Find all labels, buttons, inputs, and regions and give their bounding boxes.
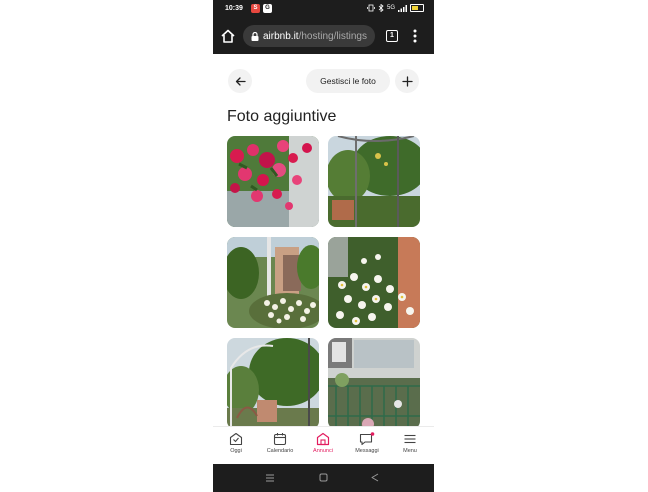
photo-garden-arch [227, 338, 319, 426]
plus-icon [401, 75, 413, 87]
more-options-icon[interactable] [413, 29, 417, 43]
signal-icon [398, 4, 407, 12]
url-host: airbnb.it [263, 30, 299, 42]
photo-balcony [328, 338, 420, 426]
system-back-icon[interactable] [371, 473, 379, 482]
back-button[interactable] [228, 69, 252, 93]
address-bar[interactable]: airbnb.it/hosting/listings [243, 25, 375, 47]
nav-label: Calendario [266, 448, 294, 454]
app-notification-icon: S [251, 4, 260, 13]
vibrate-icon [367, 4, 375, 12]
tab-switcher-button[interactable]: 1 [386, 30, 398, 42]
add-photo-button[interactable] [395, 69, 419, 93]
home-icon[interactable] [220, 28, 236, 44]
nav-label: Annunci [313, 448, 333, 454]
google-notification-icon: G [263, 4, 272, 13]
photo-pergola [328, 136, 420, 227]
nav-item-calendario[interactable]: Calendario [260, 432, 300, 454]
bottom-navigation: Oggi Calendario Annunci Messaggi Menu [213, 426, 434, 465]
lock-icon [251, 31, 259, 41]
status-indicators: 5G [367, 4, 424, 12]
photo-tile[interactable] [328, 136, 420, 227]
nav-label: Oggi [230, 448, 242, 454]
bluetooth-icon [378, 4, 384, 12]
photo-tile[interactable] [227, 136, 319, 227]
nav-label: Menu [403, 448, 417, 454]
nav-item-messaggi[interactable]: Messaggi [347, 432, 387, 454]
listings-icon [316, 432, 330, 446]
nav-item-menu[interactable]: Menu [390, 432, 430, 454]
network-type: 5G [386, 5, 395, 11]
section-title: Foto aggiuntive [227, 108, 337, 125]
nav-label: Messaggi [355, 448, 379, 454]
battery-icon [410, 4, 424, 12]
messages-icon [359, 432, 375, 446]
system-home-icon[interactable] [319, 473, 328, 482]
manage-photos-button[interactable]: Gestisci le foto [306, 69, 390, 93]
calendar-icon [273, 433, 287, 446]
photo-tile[interactable] [328, 338, 420, 426]
url-path: /hosting/listings [298, 30, 367, 42]
system-navigation-bar [213, 464, 434, 492]
photo-roses [227, 136, 319, 227]
status-bar: 10:39 S G 5G [213, 0, 434, 18]
nav-item-annunci[interactable]: Annunci [303, 432, 343, 454]
status-time: 10:39 [225, 5, 243, 12]
menu-icon [404, 434, 416, 444]
photo-stairway [227, 237, 319, 328]
photo-tile[interactable] [227, 237, 319, 328]
page-content: Gestisci le foto Foto aggiuntive [213, 54, 434, 426]
nav-item-oggi[interactable]: Oggi [216, 432, 256, 454]
browser-toolbar: airbnb.it/hosting/listings 1 [213, 18, 434, 54]
phone-screen: 10:39 S G 5G airbnb.it/hosting/listings … [213, 0, 434, 492]
photo-daisies [328, 237, 420, 328]
photo-tile[interactable] [328, 237, 420, 328]
arrow-left-icon [235, 76, 246, 86]
photo-tile[interactable] [227, 338, 319, 426]
unread-dot-icon [370, 432, 375, 436]
today-icon [229, 432, 243, 446]
recent-apps-icon[interactable] [265, 474, 275, 482]
